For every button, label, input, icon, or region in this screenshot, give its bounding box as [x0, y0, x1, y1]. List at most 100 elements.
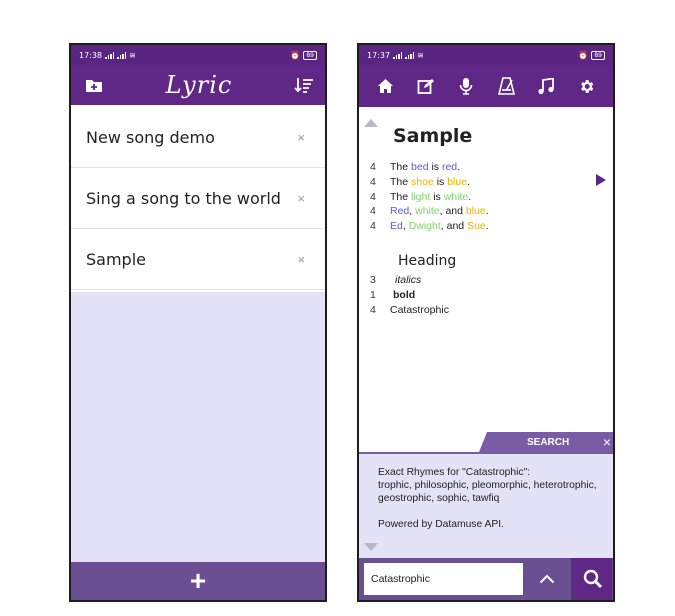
syllable-count: 4 — [370, 303, 376, 316]
empty-area — [71, 292, 325, 564]
lyric-word: , and — [439, 205, 466, 218]
lyric-line[interactable]: 4 Ed, Dwight, and Sue. — [370, 219, 489, 234]
lyric-word: shoe — [411, 175, 434, 188]
lyric-text: Catastrophic — [390, 303, 449, 316]
lyric-line[interactable]: 4 The bed is red. — [370, 160, 489, 175]
song-list-screen: 17:38 ≋ ⏰ 89 Lyric New song demo × Sing … — [69, 43, 327, 602]
settings-icon[interactable] — [576, 75, 598, 97]
close-icon[interactable]: × — [297, 130, 305, 145]
edit-icon[interactable] — [414, 75, 436, 97]
lyric-word: . — [467, 175, 470, 188]
lyric-word: is — [433, 175, 448, 188]
home-icon[interactable] — [374, 75, 396, 97]
alarm-icon: ⏰ — [578, 50, 589, 60]
lyric-word: , and — [440, 220, 468, 233]
battery-icon: 89 — [303, 50, 317, 60]
signal-icon — [405, 51, 415, 59]
folder-plus-icon[interactable] — [83, 74, 105, 96]
lyric-word: The — [390, 190, 412, 203]
search-tab-label: SEARCH — [527, 436, 570, 448]
lyric-text: bold — [393, 288, 416, 301]
metronome-icon[interactable] — [495, 75, 517, 97]
search-row: Catastrophic — [359, 558, 613, 600]
syllable-count: 1 — [370, 288, 376, 301]
search-input[interactable]: Catastrophic — [364, 563, 523, 595]
status-bar: 17:37 ≋ ⏰ 89 — [359, 45, 613, 65]
lyric-word: The — [390, 161, 412, 173]
rhymes-header: Exact Rhymes for "Catastrophic": — [378, 467, 531, 478]
lyric-word: . — [468, 190, 472, 203]
sort-icon[interactable] — [293, 74, 315, 96]
app-bar: Lyric — [71, 65, 325, 105]
signal-icon — [393, 51, 403, 59]
syllable-count: 4 — [370, 190, 376, 203]
song-title: New song demo — [86, 127, 215, 147]
song-title: Sample — [393, 125, 473, 147]
lyrics-lines: 4 The bed is red. 4 The shoe is blue. 4 The l… — [370, 160, 489, 234]
lyric-word: blue — [447, 175, 468, 188]
song-item[interactable]: New song demo × — [71, 107, 325, 168]
lyric-word: white — [415, 205, 440, 218]
lyric-word: red — [441, 161, 458, 173]
app-logo: Lyric — [165, 71, 233, 99]
syllable-count: 4 — [370, 175, 376, 188]
alarm-icon: ⏰ — [290, 50, 301, 60]
wifi-icon: ≋ — [417, 50, 424, 60]
scroll-up-icon[interactable] — [364, 119, 378, 127]
lyric-line[interactable]: 4 The shoe is blue. — [370, 175, 489, 190]
add-song-button[interactable]: + — [71, 562, 325, 600]
lyric-line[interactable]: 4 The light is white. — [370, 190, 489, 205]
status-time: 17:38 — [79, 50, 103, 60]
chevron-up-icon[interactable] — [523, 558, 571, 600]
lyric-line[interactable]: 3 italics — [370, 273, 449, 288]
lyric-word: Ed — [390, 220, 403, 233]
microphone-icon[interactable] — [455, 75, 477, 97]
lyric-line[interactable]: 4 Catastrophic — [370, 303, 449, 318]
music-note-icon[interactable] — [535, 75, 557, 97]
signal-icon — [117, 51, 127, 59]
lyric-line[interactable]: 4 Red, white, and blue. — [370, 204, 489, 219]
lyric-word: is — [430, 190, 444, 203]
lyric-word: bed — [411, 161, 429, 173]
lyrics-heading: Heading — [398, 253, 457, 269]
lyric-word: The — [390, 175, 412, 188]
powered-by: Powered by Datamuse API. — [378, 519, 504, 530]
close-icon[interactable]: × — [603, 434, 611, 450]
editor-toolbar — [359, 65, 613, 107]
lyric-word: is — [428, 161, 442, 173]
lyric-line[interactable]: 1 bold — [370, 288, 449, 303]
song-item[interactable]: Sing a song to the world × — [71, 168, 325, 229]
search-icon[interactable] — [571, 558, 612, 600]
lyric-word: . — [485, 205, 489, 218]
lyric-word: Red — [390, 205, 410, 218]
signal-icon — [105, 51, 115, 59]
song-item[interactable]: Sample × — [71, 229, 325, 290]
status-time: 17:37 — [367, 50, 391, 60]
song-list: New song demo × Sing a song to the world… — [71, 107, 325, 290]
song-title: Sing a song to the world — [86, 188, 281, 208]
close-icon[interactable]: × — [297, 252, 305, 267]
rhymes-words: trophic, philosophic, pleomorphic, heter… — [378, 480, 597, 504]
lyric-word: Sue — [467, 220, 486, 233]
battery-icon: 89 — [591, 50, 605, 60]
syllable-count: 4 — [370, 205, 376, 218]
play-icon[interactable] — [596, 174, 606, 186]
editor-screen: 17:37 ≋ ⏰ 89 Sample 4 The bed is red. 4 … — [357, 43, 615, 602]
lyric-word: light — [411, 190, 431, 203]
lyric-word: white — [443, 190, 469, 203]
plus-icon: + — [189, 565, 207, 596]
lyric-word: Dwight — [408, 220, 441, 233]
status-bar: 17:38 ≋ ⏰ 89 — [71, 45, 325, 65]
lyrics-lines: 3 italics 1 bold 4 Catastrophic — [370, 273, 449, 317]
scroll-down-icon[interactable] — [364, 543, 378, 551]
syllable-count: 3 — [370, 274, 376, 286]
lyric-word: . — [457, 161, 461, 173]
lyric-word: . — [485, 220, 489, 233]
wifi-icon: ≋ — [129, 50, 136, 60]
lyric-word: blue — [465, 205, 486, 218]
syllable-count: 4 — [370, 220, 376, 233]
close-icon[interactable]: × — [297, 191, 305, 206]
lyric-text: italics — [395, 274, 422, 286]
search-tab[interactable]: SEARCH × — [479, 432, 613, 452]
lyrics-editor[interactable]: Sample 4 The bed is red. 4 The shoe is blue… — [359, 107, 613, 451]
